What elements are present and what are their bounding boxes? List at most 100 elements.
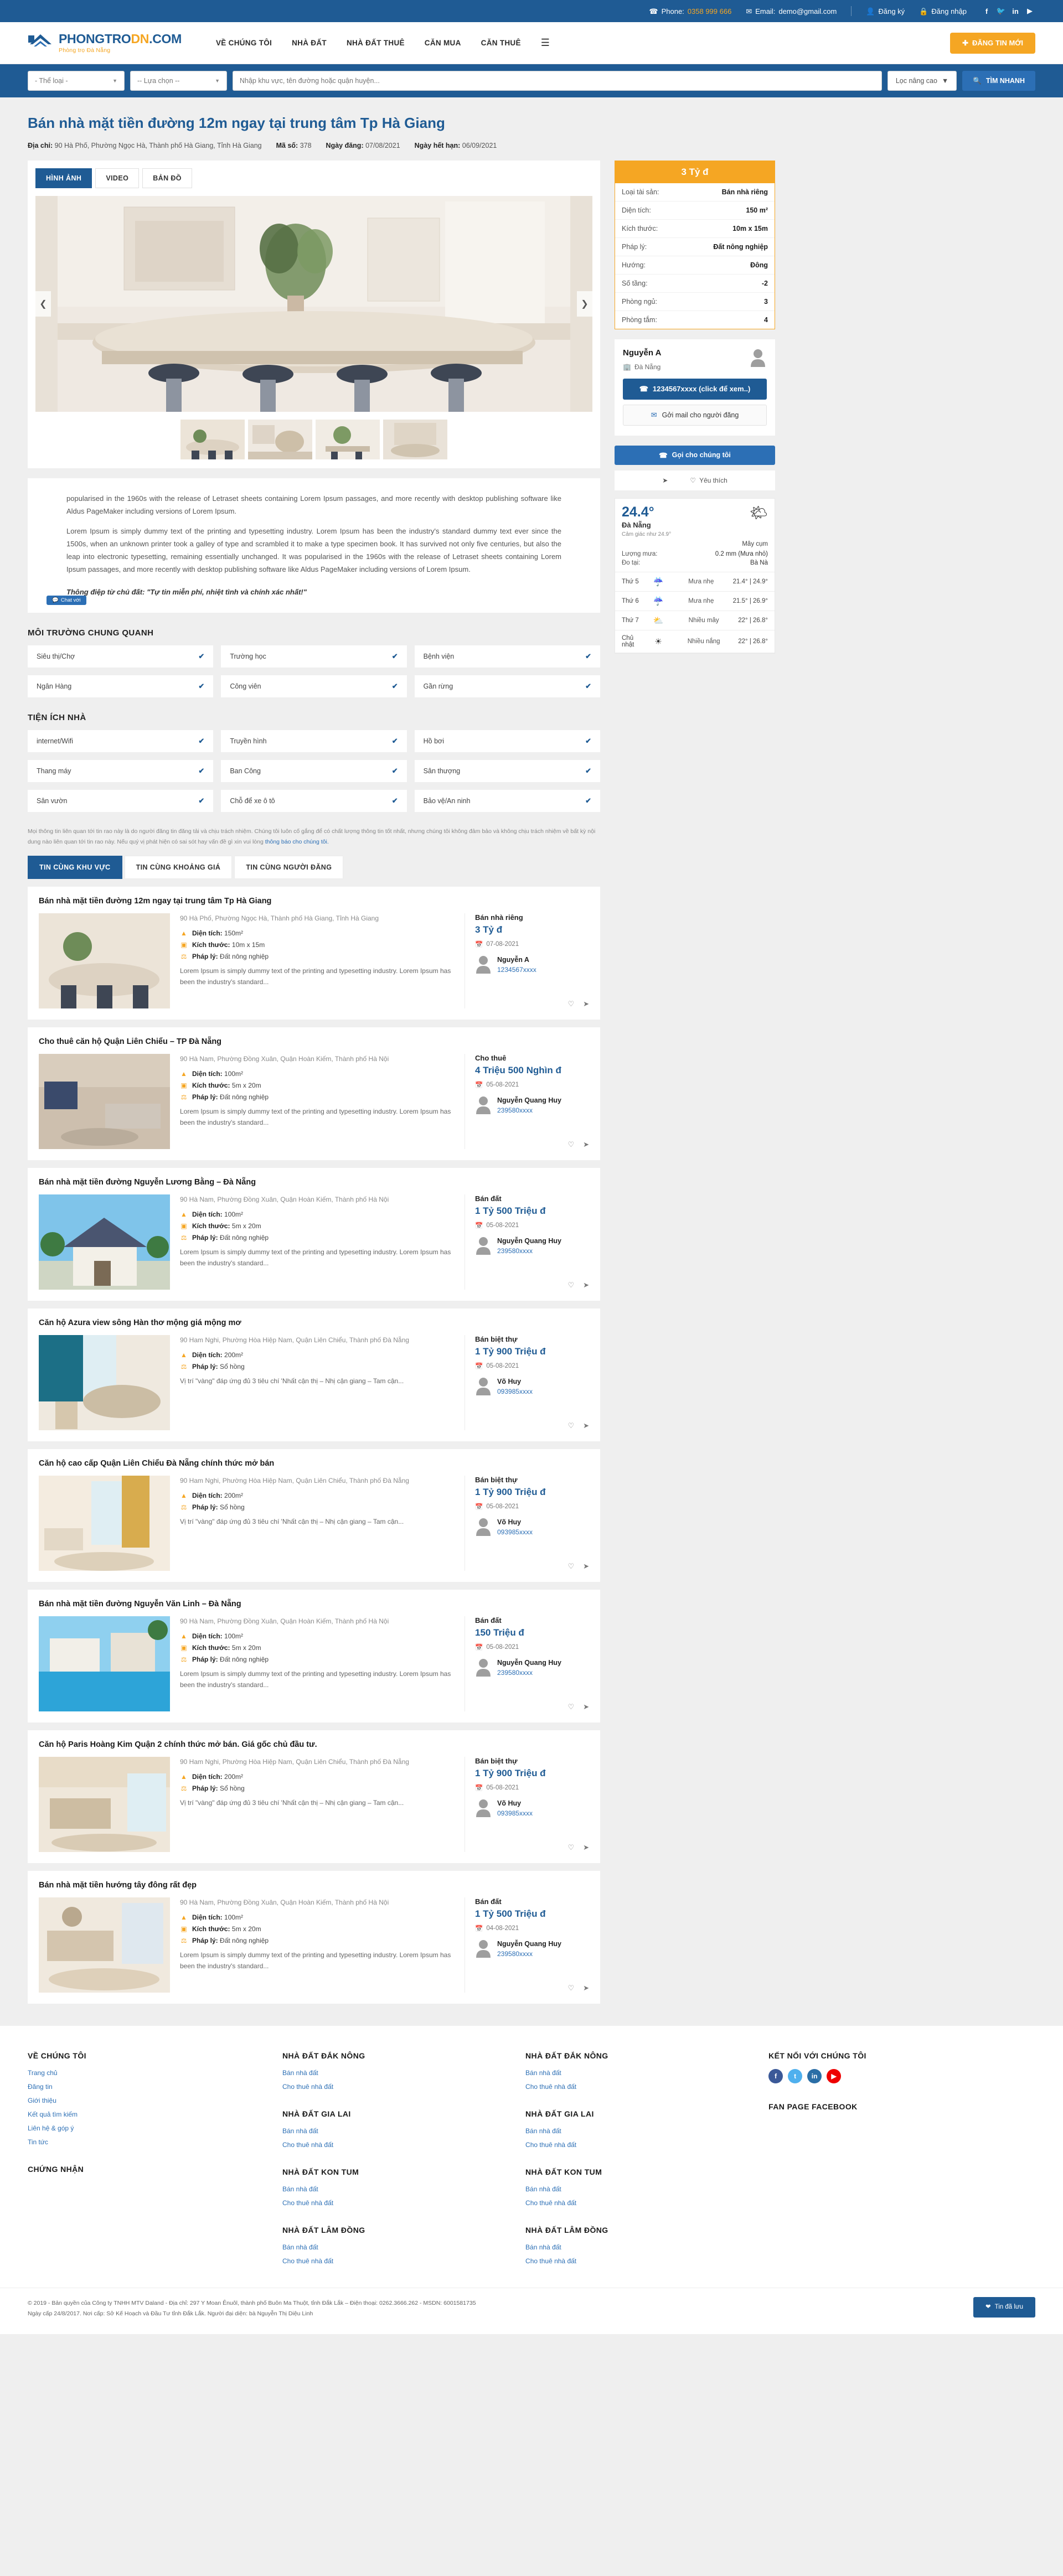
listing-poster-phone[interactable]: 093985xxxx	[497, 1388, 533, 1395]
call-phone-button[interactable]: ☎ 1234567xxxx (click để xem..)	[623, 378, 767, 400]
linkedin-icon[interactable]: in	[1010, 6, 1021, 17]
share-button[interactable]: ➤	[583, 1281, 589, 1290]
share-button[interactable]: ➤	[583, 1703, 589, 1711]
topbar-email[interactable]: ✉ Email: demo@gmail.com	[746, 7, 837, 15]
listing-poster-phone[interactable]: 239580xxxx	[497, 1106, 533, 1114]
favorite-button[interactable]: ♡	[567, 1562, 574, 1571]
nav-item-about[interactable]: VỀ CHÚNG TÔI	[216, 39, 272, 47]
footer-link[interactable]: Tin tức	[28, 2138, 271, 2146]
youtube-icon[interactable]: ▶	[827, 2069, 842, 2084]
listing-thumbnail[interactable]	[39, 1054, 170, 1150]
favorite-button[interactable]: ♡	[567, 1843, 574, 1852]
footer-link[interactable]: Giới thiệu	[28, 2097, 271, 2104]
nav-item-rental[interactable]: NHÀ ĐẤT THUÊ	[347, 39, 405, 47]
facebook-icon[interactable]: f	[981, 6, 992, 17]
facebook-icon[interactable]: f	[768, 2069, 783, 2084]
listing-title[interactable]: Bán nhà mặt tiền đường 12m ngay tại trun…	[39, 897, 589, 906]
footer-link[interactable]: Cho thuê nhà đất	[525, 2257, 757, 2265]
topbar-login[interactable]: 🔒 Đăng nhập	[919, 7, 967, 15]
listing-poster-phone[interactable]: 093985xxxx	[497, 1809, 533, 1817]
option-select[interactable]: -- Lựa chọn -- ▼	[130, 71, 227, 91]
listing-thumbnail[interactable]	[39, 1476, 170, 1571]
listing-poster-phone[interactable]: 239580xxxx	[497, 1247, 533, 1255]
gallery-thumbnail[interactable]	[383, 419, 447, 459]
chat-widget-button[interactable]: 💬 Chat với	[47, 596, 86, 606]
tab-same-area[interactable]: TIN CÙNG KHU VỰC	[28, 856, 122, 880]
youtube-icon[interactable]: ▶	[1024, 6, 1035, 17]
footer-link[interactable]: Bán nhà đất	[525, 2127, 757, 2135]
tab-images[interactable]: HÌNH ẢNH	[35, 168, 92, 188]
footer-link[interactable]: Bán nhà đất	[282, 2127, 514, 2135]
disclaimer-link[interactable]: thông báo cho chúng tôi.	[265, 839, 329, 845]
listing-card[interactable]: Căn hộ Azura view sông Hàn thơ mộng giá …	[28, 1308, 600, 1442]
gallery-thumbnail[interactable]	[180, 419, 245, 459]
gallery-thumbnail[interactable]	[316, 419, 380, 459]
nav-item-realestate[interactable]: NHÀ ĐẤT	[292, 39, 327, 47]
twitter-icon[interactable]: 🐦	[995, 6, 1007, 17]
favorite-button[interactable]: ♡	[567, 1984, 574, 1993]
listing-poster-phone[interactable]: 093985xxxx	[497, 1528, 533, 1536]
footer-link[interactable]: Cho thuê nhà đất	[525, 2141, 757, 2149]
saved-listings-button[interactable]: ❤ Tin đã lưu	[973, 2297, 1035, 2318]
favorite-button[interactable]: ♡ Yêu thích	[690, 477, 727, 484]
listing-poster-phone[interactable]: 1234567xxxx	[497, 966, 536, 974]
footer-link[interactable]: Cho thuê nhà đất	[282, 2141, 514, 2149]
listing-title[interactable]: Căn hộ Paris Hoàng Kim Quận 2 chính thức…	[39, 1740, 589, 1749]
listing-title[interactable]: Bán nhà mặt tiền hướng tây đông rất đẹp	[39, 1881, 589, 1890]
tab-same-poster[interactable]: TIN CÙNG NGƯỜI ĐĂNG	[234, 856, 344, 880]
search-keyword-input[interactable]	[233, 71, 882, 91]
favorite-button[interactable]: ♡	[567, 1703, 574, 1711]
call-us-button[interactable]: ☎ Gọi cho chúng tôi	[615, 445, 775, 465]
listing-thumbnail[interactable]	[39, 1335, 170, 1431]
linkedin-icon[interactable]: in	[807, 2069, 822, 2084]
favorite-button[interactable]: ♡	[567, 1140, 574, 1149]
tab-map[interactable]: BẢN ĐỒ	[142, 168, 192, 188]
listing-card[interactable]: Cho thuê căn hộ Quận Liên Chiểu – TP Đà …	[28, 1027, 600, 1161]
listing-title[interactable]: Căn hộ cao cấp Quận Liên Chiểu Đà Nẵng c…	[39, 1459, 589, 1468]
footer-link[interactable]: Cho thuê nhà đất	[525, 2199, 757, 2207]
listing-poster-phone[interactable]: 239580xxxx	[497, 1669, 533, 1677]
footer-link[interactable]: Bán nhà đất	[525, 2185, 757, 2193]
gallery-prev-button[interactable]: ❮	[35, 291, 51, 317]
share-button[interactable]: ➤	[583, 1000, 589, 1008]
site-logo[interactable]: PHONGTRODN.COM Phòng trọ Đà Nẵng	[28, 32, 194, 54]
listing-card[interactable]: Căn hộ cao cấp Quận Liên Chiểu Đà Nẵng c…	[28, 1449, 600, 1582]
tab-video[interactable]: VIDEO	[95, 168, 140, 188]
share-button[interactable]: ➤	[662, 477, 668, 484]
listing-title[interactable]: Bán nhà mặt tiền đường Nguyễn Văn Linh –…	[39, 1600, 589, 1608]
listing-thumbnail[interactable]	[39, 1757, 170, 1853]
footer-link[interactable]: Cho thuê nhà đất	[525, 2083, 757, 2091]
footer-link[interactable]: Kết quả tìm kiếm	[28, 2111, 271, 2118]
tab-same-price[interactable]: TIN CÙNG KHOẢNG GIÁ	[124, 856, 233, 880]
favorite-button[interactable]: ♡	[567, 1421, 574, 1430]
share-button[interactable]: ➤	[583, 1984, 589, 1993]
share-button[interactable]: ➤	[583, 1140, 589, 1149]
topbar-register[interactable]: 👤 Đăng ký	[866, 7, 905, 15]
advanced-filter-button[interactable]: Lọc nâng cao ▼	[887, 71, 957, 91]
footer-link[interactable]: Cho thuê nhà đất	[282, 2083, 514, 2091]
listing-card[interactable]: Bán nhà mặt tiền đường Nguyễn Văn Linh –…	[28, 1590, 600, 1723]
listing-title[interactable]: Bán nhà mặt tiền đường Nguyễn Lương Bằng…	[39, 1178, 589, 1187]
topbar-phone[interactable]: ☎ Phone: 0358 999 666	[649, 7, 731, 15]
hamburger-menu-icon[interactable]: ☰	[541, 37, 550, 49]
listing-thumbnail[interactable]	[39, 1194, 170, 1290]
category-select[interactable]: - Thể loại - ▼	[28, 71, 125, 91]
share-button[interactable]: ➤	[583, 1562, 589, 1571]
footer-link[interactable]: Bán nhà đất	[282, 2243, 514, 2251]
share-button[interactable]: ➤	[583, 1843, 589, 1852]
share-button[interactable]: ➤	[583, 1421, 589, 1430]
listing-card[interactable]: Căn hộ Paris Hoàng Kim Quận 2 chính thức…	[28, 1730, 600, 1864]
footer-link[interactable]: Bán nhà đất	[282, 2069, 514, 2077]
listing-thumbnail[interactable]	[39, 913, 170, 1009]
footer-link[interactable]: Cho thuê nhà đất	[282, 2199, 514, 2207]
nav-item-lease[interactable]: CĂN THUÊ	[481, 39, 521, 47]
footer-link[interactable]: Đăng tin	[28, 2083, 271, 2091]
listing-card[interactable]: Bán nhà mặt tiền đường Nguyễn Lương Bằng…	[28, 1168, 600, 1301]
twitter-icon[interactable]: t	[788, 2069, 803, 2084]
footer-link[interactable]: Liên hệ & góp ý	[28, 2124, 271, 2132]
favorite-button[interactable]: ♡	[567, 1281, 574, 1290]
send-mail-button[interactable]: ✉ Gởi mail cho người đăng	[623, 404, 767, 426]
gallery-thumbnail[interactable]	[248, 419, 312, 459]
footer-link[interactable]: Trang chủ	[28, 2069, 271, 2077]
footer-link[interactable]: Bán nhà đất	[525, 2069, 757, 2077]
